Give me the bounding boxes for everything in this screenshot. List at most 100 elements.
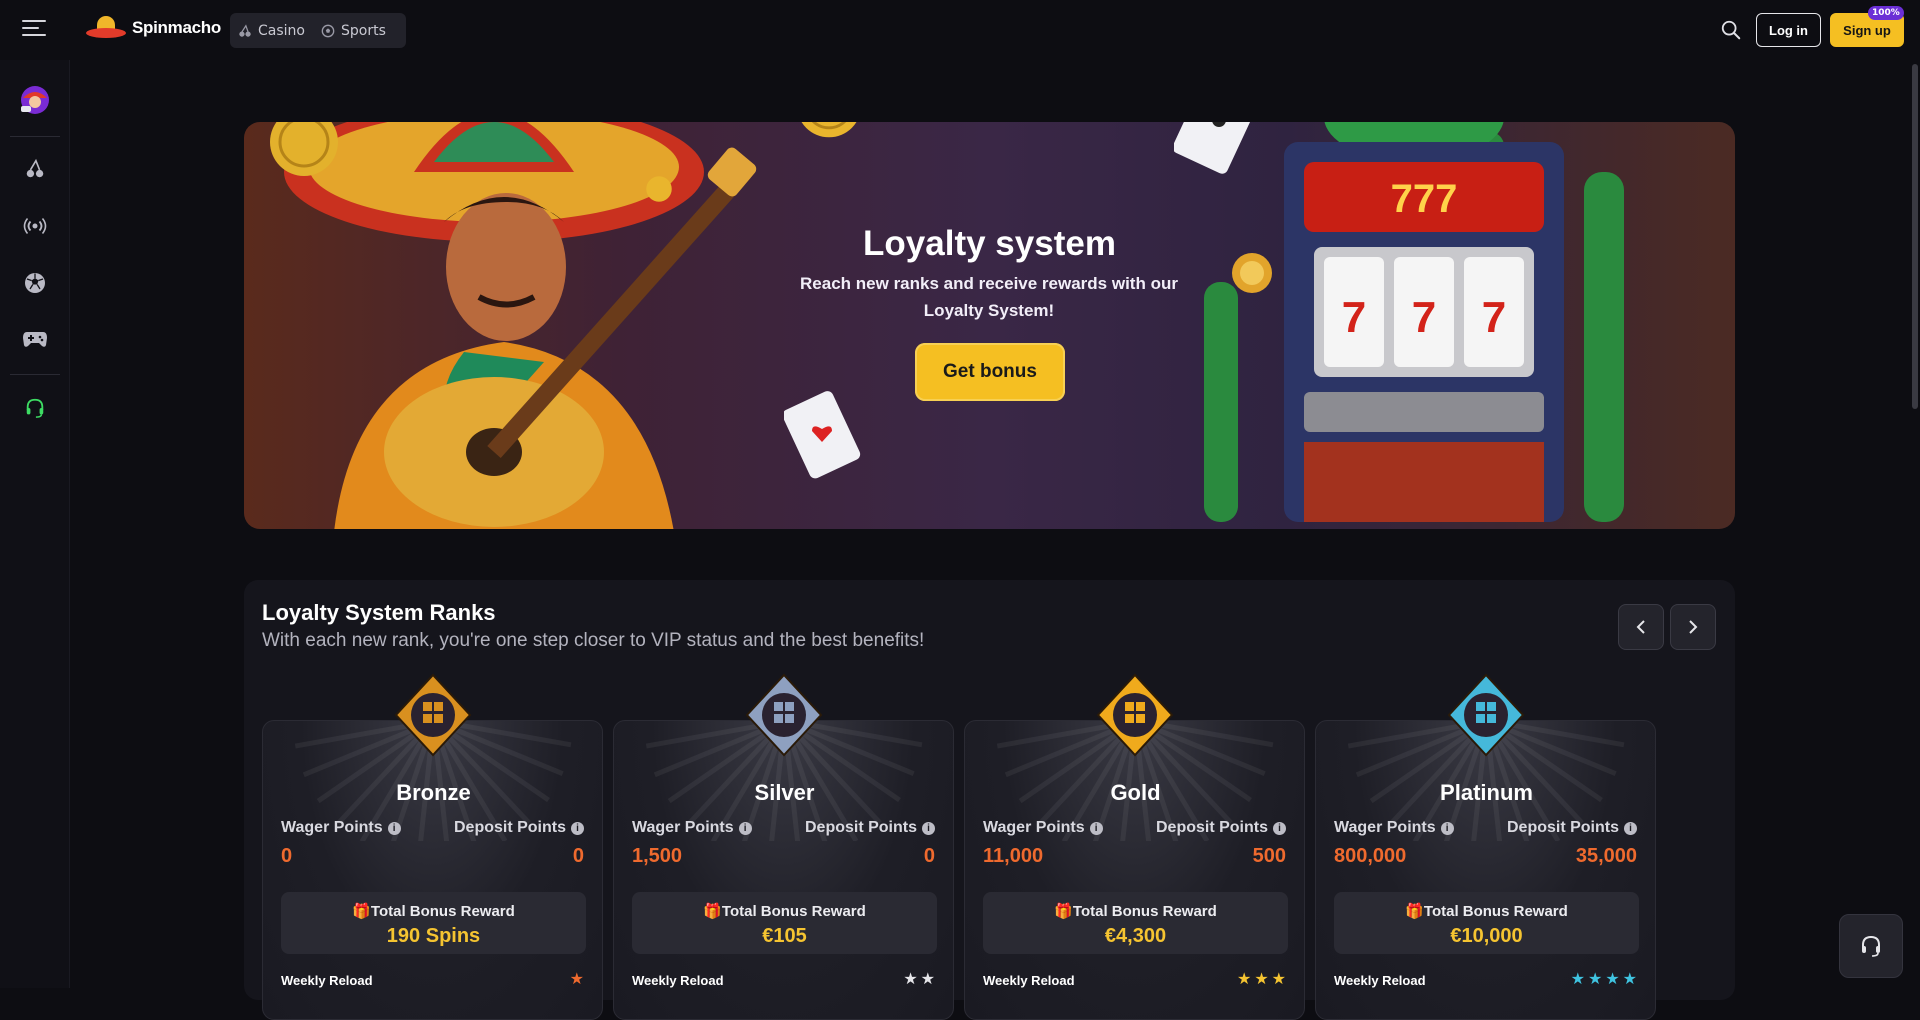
cherry-icon	[26, 158, 44, 178]
total-bonus-label: 🎁Total Bonus Reward	[1334, 902, 1639, 920]
rank-emblem-silver-icon	[741, 672, 827, 758]
wager-points-value: 1,500	[632, 845, 683, 867]
svg-text:7: 7	[1412, 293, 1436, 342]
star-icon: ★	[1622, 969, 1637, 988]
total-bonus-text: Total Bonus Reward	[1423, 903, 1568, 920]
deposit-points-value: 35,000	[1575, 845, 1637, 867]
deposit-points-value: 0	[572, 845, 584, 867]
hamburger-menu-icon[interactable]	[22, 20, 46, 40]
sidebar-item-games[interactable]	[20, 324, 50, 354]
mariachi-guitarist-illustration	[284, 122, 757, 529]
weekly-reload-stars: ★ ★ ★	[1237, 971, 1286, 987]
wager-points-value: 0	[281, 845, 293, 867]
ranks-subtitle: With each new rank, you're one step clos…	[262, 630, 925, 651]
total-bonus-box: 🎁Total Bonus Reward €105	[632, 892, 937, 954]
total-bonus-text: Total Bonus Reward	[1072, 903, 1217, 920]
wager-points-label: Wager Points i	[1334, 819, 1454, 837]
info-icon[interactable]: i	[571, 821, 584, 835]
rank-name: Silver	[754, 780, 815, 805]
wager-points-value: 11,000	[983, 845, 1044, 867]
star-icon: ★	[920, 969, 935, 988]
total-bonus-value: €4,300	[1104, 925, 1167, 947]
info-icon[interactable]: i	[922, 821, 935, 835]
star-icon: ★	[1271, 969, 1286, 988]
signup-bonus-badge: 100%	[1868, 6, 1904, 20]
info-icon[interactable]: i	[1089, 821, 1103, 835]
gift-icon: 🎁	[1405, 903, 1424, 920]
rank-card-silver: Silver Wager Points i Deposit Points i 1,5…	[613, 720, 954, 1020]
weekly-reload-label: Weekly Reload	[632, 973, 724, 988]
live-chat-button[interactable]	[1839, 914, 1903, 978]
total-bonus-value: €10,000	[1450, 925, 1523, 947]
get-bonus-button[interactable]: Get bonus	[915, 343, 1065, 401]
sidebar-item-promo[interactable]	[17, 82, 53, 118]
deposit-points-label: Deposit Points i	[454, 819, 584, 837]
sidebar	[0, 60, 70, 988]
playing-card-hearts-image	[784, 391, 861, 479]
page-scrollbar[interactable]	[1912, 64, 1918, 409]
info-icon[interactable]: i	[387, 821, 401, 835]
rank-emblem-gold-icon	[1092, 672, 1178, 758]
total-bonus-text: Total Bonus Reward	[721, 903, 866, 920]
deposit-points-label: Deposit Points i	[805, 819, 935, 837]
weekly-reload-stars: ★ ★ ★ ★	[1571, 971, 1637, 987]
sidebar-item-casino[interactable]	[20, 154, 50, 184]
wager-points-label: Wager Points i	[281, 819, 401, 837]
svg-text:7: 7	[1482, 293, 1506, 342]
nav-casino[interactable]: Casino	[238, 23, 305, 39]
gift-icon: 🎁	[352, 903, 371, 920]
deposit-points-label: Deposit Points i	[1507, 819, 1637, 837]
wager-points-text: Wager Points	[281, 819, 383, 836]
deposit-points-text: Deposit Points	[1155, 819, 1268, 836]
gold-coin-image	[646, 176, 672, 202]
info-icon[interactable]: i	[1273, 821, 1286, 835]
wager-points-text: Wager Points	[983, 819, 1085, 836]
info-icon[interactable]: i	[1440, 821, 1454, 835]
support-headset-icon	[26, 398, 44, 418]
sidebar-item-support[interactable]	[20, 393, 50, 423]
star-icon: ★	[1254, 969, 1269, 988]
rank-name: Platinum	[1440, 780, 1533, 805]
gift-icon: 🎁	[703, 903, 722, 920]
deposit-points-text: Deposit Points	[1506, 819, 1619, 836]
star-icon: ★	[1236, 969, 1252, 988]
nav-casino-label: Casino	[258, 22, 305, 39]
svg-text:7: 7	[1342, 293, 1366, 342]
wager-points-text: Wager Points	[632, 819, 734, 836]
search-icon[interactable]	[1720, 19, 1742, 41]
star-icon: ★	[1587, 969, 1603, 988]
nav-sports[interactable]: Sports	[321, 23, 386, 39]
info-icon[interactable]: i	[738, 821, 752, 835]
deposit-points-text: Deposit Points	[804, 819, 917, 836]
slot-machine-777-illustration: 777 7 7 7	[1204, 122, 1624, 522]
rank-card-bronze: Bronze Wager Points i Deposit Points i 0 0…	[262, 720, 603, 1020]
rank-card-gold: Gold Wager Points i Deposit Points i 11,00…	[964, 720, 1305, 1020]
rank-card-platinum: Platinum Wager Points i Deposit Points i 8…	[1315, 720, 1656, 1020]
gold-coin-image	[270, 122, 338, 176]
deposit-points-value: 500	[1252, 845, 1286, 867]
deposit-points-label: Deposit Points i	[1156, 819, 1286, 837]
total-bonus-label: 🎁Total Bonus Reward	[632, 902, 937, 920]
main-nav: Casino Sports	[230, 13, 406, 48]
weekly-reload-label: Weekly Reload	[1334, 973, 1426, 988]
sidebar-item-sports[interactable]	[20, 268, 50, 298]
svg-text:777: 777	[1391, 177, 1458, 221]
info-icon[interactable]: i	[1624, 821, 1637, 835]
gamepad-icon	[23, 332, 47, 347]
ranks-next-button[interactable]	[1670, 604, 1716, 650]
sidebar-item-live[interactable]	[20, 211, 50, 241]
total-bonus-box: 🎁Total Bonus Reward €4,300	[983, 892, 1288, 954]
total-bonus-label: 🎁Total Bonus Reward	[281, 902, 586, 920]
deposit-points-value: 0	[923, 845, 935, 867]
brand-logo[interactable]: Spinmacho	[86, 14, 221, 42]
sidebar-divider	[10, 374, 60, 375]
ranks-prev-button[interactable]	[1618, 604, 1664, 650]
rank-name: Bronze	[396, 780, 471, 805]
sidebar-divider	[10, 136, 60, 137]
star-icon: ★	[1605, 969, 1620, 988]
total-bonus-box: 🎁Total Bonus Reward 190 Spins	[281, 892, 586, 954]
login-button[interactable]: Log in	[1756, 13, 1821, 47]
rank-emblem-platinum-icon	[1443, 672, 1529, 758]
total-bonus-value: 190 Spins	[386, 925, 481, 947]
chevron-left-icon	[1636, 620, 1645, 634]
